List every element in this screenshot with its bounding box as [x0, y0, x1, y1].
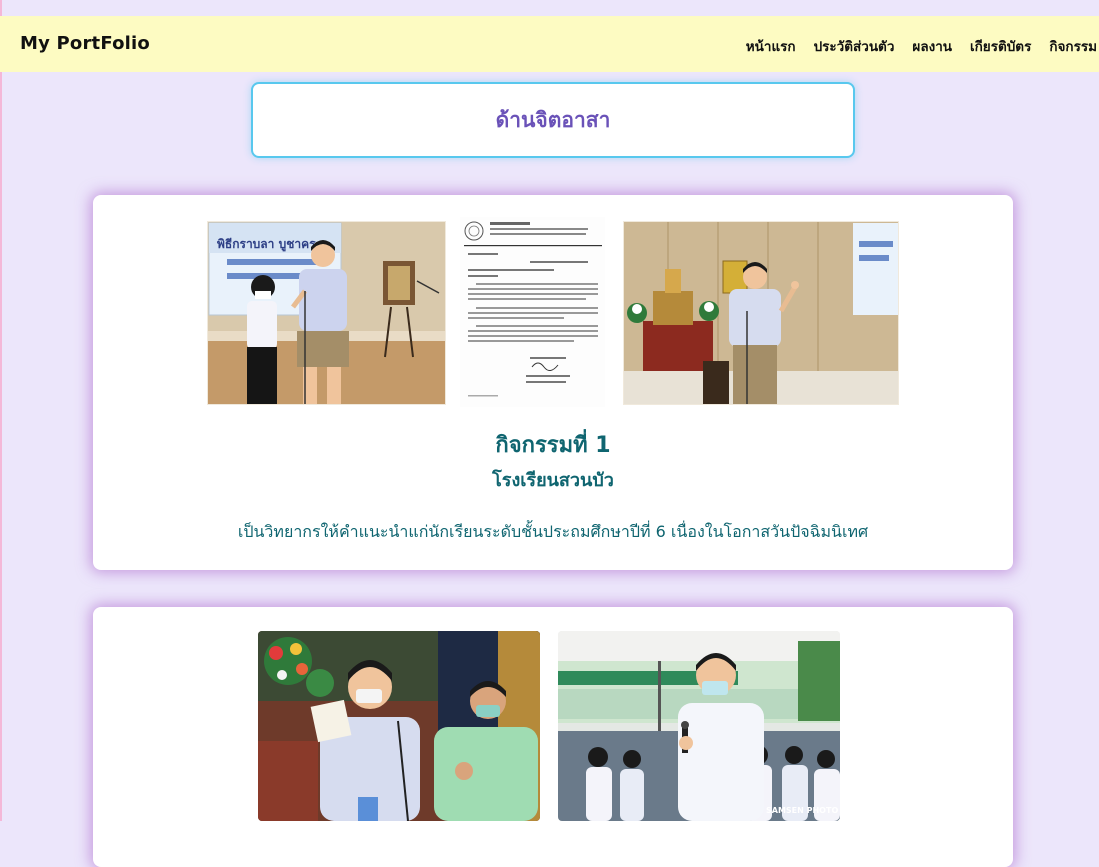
activity-title: กิจกรรมที่ 1	[495, 433, 611, 458]
nav-link-certificates[interactable]: เกียรติบัตร	[970, 35, 1031, 57]
activity-school: โรงเรียนสวนบัว	[492, 470, 614, 491]
nav-link-profile[interactable]: ประวัติส่วนตัว	[814, 35, 895, 57]
photo-speaker-outdoor: SAMSEN PHOTO	[558, 631, 840, 821]
photo-speaker-at-podium	[623, 221, 899, 405]
navbar: My PortFolio หน้าแรก ประวัติส่วนตัว ผลงา…	[0, 16, 1099, 72]
photo-speaker-with-student: พิธีกราบลา บูชาคร	[207, 221, 446, 405]
section-title: ด้านจิตอาสา	[495, 107, 611, 132]
photo-official-letter	[460, 217, 605, 407]
brand-logo[interactable]: My PortFolio	[20, 33, 150, 54]
photo-banner-text: พิธีกราบลา บูชาคร	[217, 237, 316, 252]
photo-watermark-text: SAMSEN PHOTO	[766, 806, 838, 815]
nav-link-activities[interactable]: กิจกรรม	[1049, 35, 1097, 57]
page-left-edge	[0, 0, 2, 821]
activity-card-2: SAMSEN PHOTO	[93, 607, 1013, 867]
section-title-box: ด้านจิตอาสา	[251, 82, 855, 158]
activity-card-1: พิธีกราบลา บูชาคร กิจกรรมที่ 1 โรงเรียนส…	[93, 195, 1013, 570]
nav-links: หน้าแรก ประวัติส่วนตัว ผลงาน เกียรติบัตร…	[746, 35, 1097, 57]
nav-link-works[interactable]: ผลงาน	[912, 35, 952, 57]
activity-description: เป็นวิทยากรให้คำแนะนำแก่นักเรียนระดับชั้…	[237, 522, 869, 541]
photo-students-reading	[258, 631, 540, 821]
nav-link-home[interactable]: หน้าแรก	[746, 35, 796, 57]
